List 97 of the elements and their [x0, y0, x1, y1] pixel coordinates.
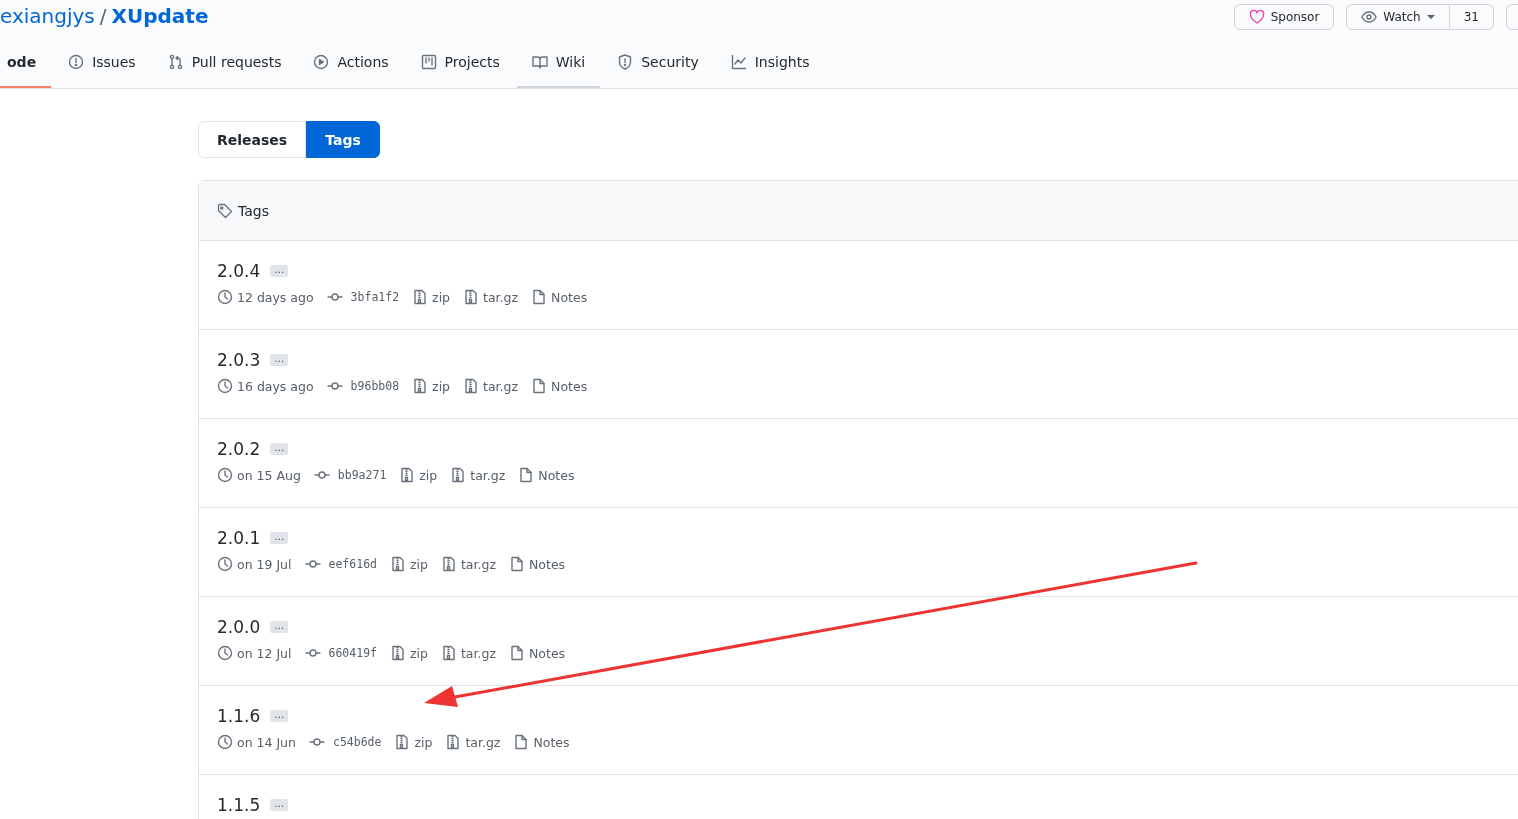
repo-tab[interactable]: Security [602, 38, 714, 88]
notes-link[interactable]: Notes [551, 289, 588, 305]
zip-download-link[interactable]: zip [410, 645, 428, 661]
notes-link[interactable]: Notes [538, 467, 575, 483]
header-button[interactable] [1506, 4, 1518, 30]
tag-icon [217, 202, 233, 219]
caret-icon [1426, 15, 1435, 19]
zip-file-icon [412, 289, 429, 305]
repo-tab[interactable]: Pull requests [152, 38, 297, 88]
zip-file-icon [445, 734, 462, 750]
expand-button[interactable]: … [270, 532, 289, 544]
zip-download-link[interactable]: zip [419, 467, 438, 483]
notes-link[interactable]: Notes [529, 556, 566, 572]
zip-download-link[interactable]: zip [414, 734, 433, 750]
targz-download-link[interactable]: tar.gz [483, 378, 519, 394]
clock-icon [217, 378, 233, 394]
tag-name-link[interactable]: 2.0.1 [217, 528, 261, 548]
zip-file-icon [390, 645, 406, 661]
repo-tab[interactable]: ode [0, 38, 52, 88]
repo-tab[interactable]: Actions [298, 38, 404, 88]
tag-date: on 14 Jun [237, 734, 296, 750]
shield-icon [617, 54, 634, 70]
clock-icon [217, 556, 233, 572]
clock-icon [217, 645, 233, 661]
commit-link[interactable]: bb9a271 [337, 468, 387, 482]
zip-file-icon [412, 378, 429, 394]
zip-file-icon [450, 467, 467, 483]
zip-file-icon [394, 734, 411, 750]
commit-link[interactable]: 3bfa1f2 [350, 290, 400, 304]
tag-name-link[interactable]: 1.1.5 [217, 795, 261, 815]
targz-download-link[interactable]: tar.gz [465, 734, 501, 750]
zip-download-link[interactable]: zip [410, 556, 428, 572]
zip-file-icon [463, 289, 480, 305]
expand-button[interactable]: … [270, 354, 289, 366]
expand-button[interactable]: … [270, 710, 289, 722]
notes-link[interactable]: Notes [551, 378, 588, 394]
tag-date: 16 days ago [237, 378, 314, 394]
targz-download-link[interactable]: tar.gz [483, 289, 519, 305]
file-icon [531, 378, 548, 394]
file-icon [531, 289, 548, 305]
tag-date: on 19 Jul [237, 556, 292, 572]
expand-button[interactable]: … [270, 621, 289, 633]
project-icon [420, 54, 437, 70]
repo-tab[interactable]: Issues [53, 38, 151, 88]
commit-link[interactable]: 660419f [328, 646, 377, 660]
tag-name-link[interactable]: 2.0.0 [217, 617, 261, 637]
tag-date: 12 days ago [237, 289, 314, 305]
targz-download-link[interactable]: tar.gz [460, 556, 496, 572]
zip-file-icon [440, 556, 457, 572]
watch-button[interactable]: Watch [1346, 4, 1450, 30]
tag-date: on 15 Aug [237, 467, 301, 483]
file-icon [513, 734, 530, 750]
targz-download-link[interactable]: tar.gz [470, 467, 506, 483]
zip-download-link[interactable]: zip [432, 378, 451, 394]
heart-icon [1248, 9, 1265, 25]
sponsor-button[interactable]: Sponsor [1233, 4, 1335, 30]
eye-icon [1361, 9, 1378, 25]
file-icon [518, 467, 535, 483]
zip-file-icon [399, 467, 416, 483]
repo-tab[interactable]: Insights [715, 38, 825, 88]
notes-link[interactable]: Notes [529, 645, 566, 661]
play-icon [313, 54, 330, 70]
tag-name-link[interactable]: 2.0.3 [217, 350, 261, 370]
clock-icon [217, 467, 233, 483]
tag-date: on 12 Jul [237, 645, 292, 661]
zip-file-icon [440, 645, 457, 661]
zip-file-icon [390, 556, 406, 572]
view-tab[interactable]: Releases [198, 121, 307, 158]
targz-download-link[interactable]: tar.gz [460, 645, 496, 661]
panel-title: Tags [238, 202, 269, 219]
graph-icon [730, 54, 747, 70]
commit-link[interactable]: eef616d [328, 557, 377, 571]
zip-file-icon [463, 378, 480, 394]
clock-icon [217, 289, 233, 305]
clock-icon [217, 734, 233, 750]
commit-link[interactable]: b96bb08 [350, 379, 400, 393]
tag-name-link[interactable]: 2.0.2 [217, 439, 261, 459]
repo-tab[interactable]: Projects [405, 38, 515, 88]
zip-download-link[interactable]: zip [432, 289, 451, 305]
path-separator: / [99, 4, 107, 30]
repo-tab[interactable]: Wiki [516, 38, 601, 88]
tag-name-link[interactable]: 1.1.6 [217, 706, 261, 726]
tag-name-link[interactable]: 2.0.4 [217, 261, 261, 281]
book-icon [531, 54, 548, 70]
expand-button[interactable]: … [270, 799, 289, 811]
file-icon [509, 556, 525, 572]
file-icon [509, 645, 525, 661]
view-tab[interactable]: Tags [306, 121, 380, 158]
watchers-count[interactable]: 31 [1449, 4, 1494, 30]
pr-icon [167, 54, 184, 70]
expand-button[interactable]: … [270, 443, 289, 455]
repo-owner-link[interactable]: exiangjys [0, 4, 95, 32]
commit-link[interactable]: c54b6de [332, 735, 382, 749]
repo-name-link[interactable]: XUpdate [111, 4, 209, 32]
expand-button[interactable]: … [270, 265, 289, 277]
issue-icon [68, 54, 85, 70]
notes-link[interactable]: Notes [533, 734, 570, 750]
